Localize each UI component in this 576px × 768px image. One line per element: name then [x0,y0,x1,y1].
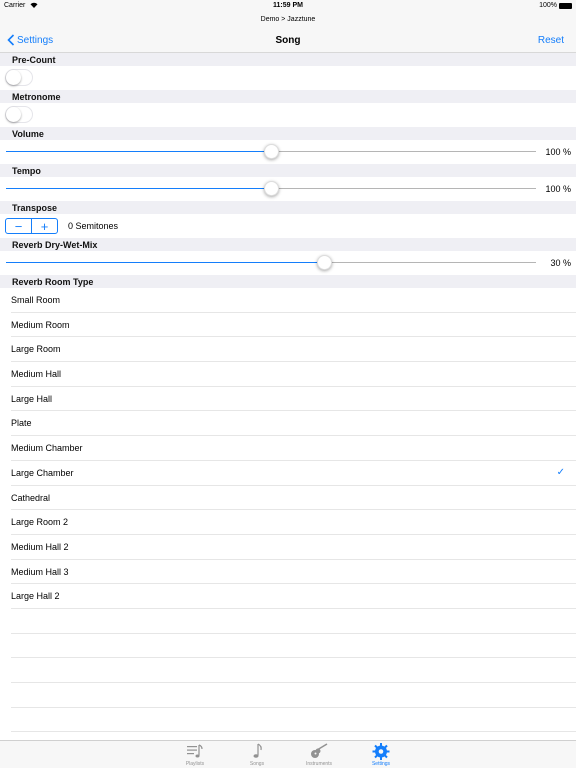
guitar-icon [311,743,328,758]
status-time: 11:59 PM [273,2,303,9]
tab-instruments[interactable]: Instruments [287,741,351,768]
room-type-label: Medium Hall [11,369,62,380]
transpose-row: − + 0 Semitones [0,214,576,238]
tab-label: Instruments [305,761,333,767]
tempo-row: 100 % [0,177,576,201]
tab-songs[interactable]: Songs [225,741,289,768]
transpose-stepper[interactable]: − + [5,218,58,234]
reverb-room-header: Reverb Room Type [12,277,94,287]
tempo-header: Tempo [12,166,41,176]
room-type-label: Medium Hall 2 [11,541,69,552]
room-type-row[interactable]: Plate [11,411,576,437]
room-type-label: Medium Chamber [11,443,83,454]
playlist-icon [187,744,203,758]
metronome-header: Metronome [12,92,61,102]
battery-level [560,3,571,8]
volume-value: 100 % [545,147,571,157]
app-screen: Carrier 11:59 PM 100% Demo > Jazztune Se… [0,0,576,768]
tab-settings[interactable]: Settings [349,741,413,768]
transpose-value: 0 Semitones [68,221,119,231]
status-bar: Carrier 11:59 PM 100% [0,0,576,12]
room-type-label: Small Room [11,295,61,305]
tab-bar: Playlists Songs Instruments Settings [0,740,576,768]
tempo-value: 100 % [545,184,571,194]
room-type-row[interactable]: Cathedral [11,486,576,511]
gear-icon [372,743,390,760]
precount-header: Pre-Count [12,55,56,65]
battery-percent: 100% [539,2,557,9]
room-type-label: Plate [11,418,32,429]
tab-label: Playlists [185,761,205,767]
tab-label: Songs [249,761,265,767]
volume-slider[interactable] [6,144,536,160]
switch-knob [6,70,21,85]
room-type-row[interactable]: Large Room [11,337,576,363]
room-type-row[interactable]: Medium Room [11,313,576,338]
precount-switch[interactable] [5,69,33,86]
reverb-mix-value: 30 % [550,258,571,268]
slider-thumb[interactable] [264,181,279,196]
tab-playlists[interactable]: Playlists [163,741,227,768]
tempo-slider[interactable] [6,181,536,197]
slider-fill [6,151,271,152]
transpose-header: Transpose [12,203,58,213]
room-type-row[interactable]: Large Hall [11,387,576,412]
room-type-label: Large Hall 2 [11,591,60,602]
empty-row [11,658,576,683]
battery-indicator: 100% [539,2,572,9]
room-type-row[interactable]: Large Room 2 [11,510,576,535]
room-type-row[interactable]: Medium Hall 2 [11,535,576,560]
metronome-switch[interactable] [5,106,33,123]
tab-label: Settings [371,761,391,767]
room-type-row[interactable]: Medium Hall 3 [11,560,576,585]
room-type-label: Medium Room [11,319,70,330]
slider-thumb[interactable] [317,255,332,270]
increment-button[interactable]: + [32,219,57,233]
room-type-label: Medium Hall 3 [11,566,69,577]
breadcrumb: Demo > Jazztune [260,16,316,23]
room-type-label: Large Room 2 [11,517,69,528]
switch-knob [6,107,21,122]
battery-icon [559,2,572,9]
room-type-row[interactable]: Small Room [11,288,576,313]
reverb-mix-slider[interactable] [6,255,536,271]
empty-row [11,609,576,634]
room-type-label: Large Chamber [11,467,74,478]
room-type-label: Cathedral [11,492,51,503]
volume-header: Volume [12,129,44,139]
decrement-button[interactable]: − [6,219,32,233]
empty-row [11,683,576,708]
room-type-row[interactable]: Large Hall 2 [11,584,576,609]
volume-row: 100 % [0,140,576,164]
room-type-label: Large Room [11,344,61,355]
metronome-row [0,103,576,127]
reverb-mix-row: 30 % [0,251,576,275]
navigation-bar: Demo > Jazztune Settings Song Reset [0,12,576,53]
slider-fill [6,262,324,263]
slider-fill [6,188,271,189]
precount-row [0,66,576,90]
empty-row [11,634,576,659]
room-type-list: Small Room Medium Room Large Room Medium Ha… [0,288,576,740]
reset-button[interactable]: Reset [538,35,564,46]
room-type-label: Large Hall [11,393,53,404]
room-type-row[interactable]: Medium Hall [11,362,576,387]
slider-thumb[interactable] [264,144,279,159]
music-note-icon [253,743,262,758]
checkmark-icon: ✓ [556,466,565,478]
room-type-row[interactable]: Large Chamber ✓ [11,461,576,486]
empty-row [11,708,576,733]
page-title: Song [275,35,301,46]
reverb-mix-header: Reverb Dry-Wet-Mix [12,240,98,250]
room-type-row[interactable]: Medium Chamber [11,436,576,461]
